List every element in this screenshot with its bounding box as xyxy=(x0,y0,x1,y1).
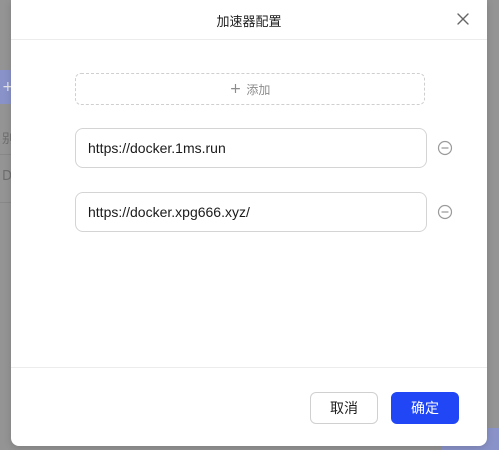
mirror-url-input[interactable] xyxy=(75,192,427,232)
mirror-row xyxy=(75,128,455,168)
minus-circle-icon[interactable] xyxy=(437,140,453,156)
add-mirror-button[interactable]: + 添加 xyxy=(75,73,425,105)
confirm-button[interactable]: 确定 xyxy=(391,392,459,424)
cancel-button[interactable]: 取消 xyxy=(310,392,378,424)
mirror-row xyxy=(75,192,455,232)
dialog-body: + 添加 xyxy=(11,40,487,366)
minus-circle-icon[interactable] xyxy=(437,204,453,220)
plus-icon: + xyxy=(229,81,242,97)
close-icon[interactable] xyxy=(455,11,471,27)
add-button-label: 添加 xyxy=(246,82,271,97)
dialog-title: 加速器配置 xyxy=(216,15,282,30)
accelerator-config-dialog: 加速器配置 + 添加 https://docker.1ms.run https:… xyxy=(11,0,487,446)
dialog-header: 加速器配置 xyxy=(11,0,487,40)
dialog-footer: 取消 确定 xyxy=(11,367,487,447)
mirror-url-input[interactable] xyxy=(75,128,427,168)
